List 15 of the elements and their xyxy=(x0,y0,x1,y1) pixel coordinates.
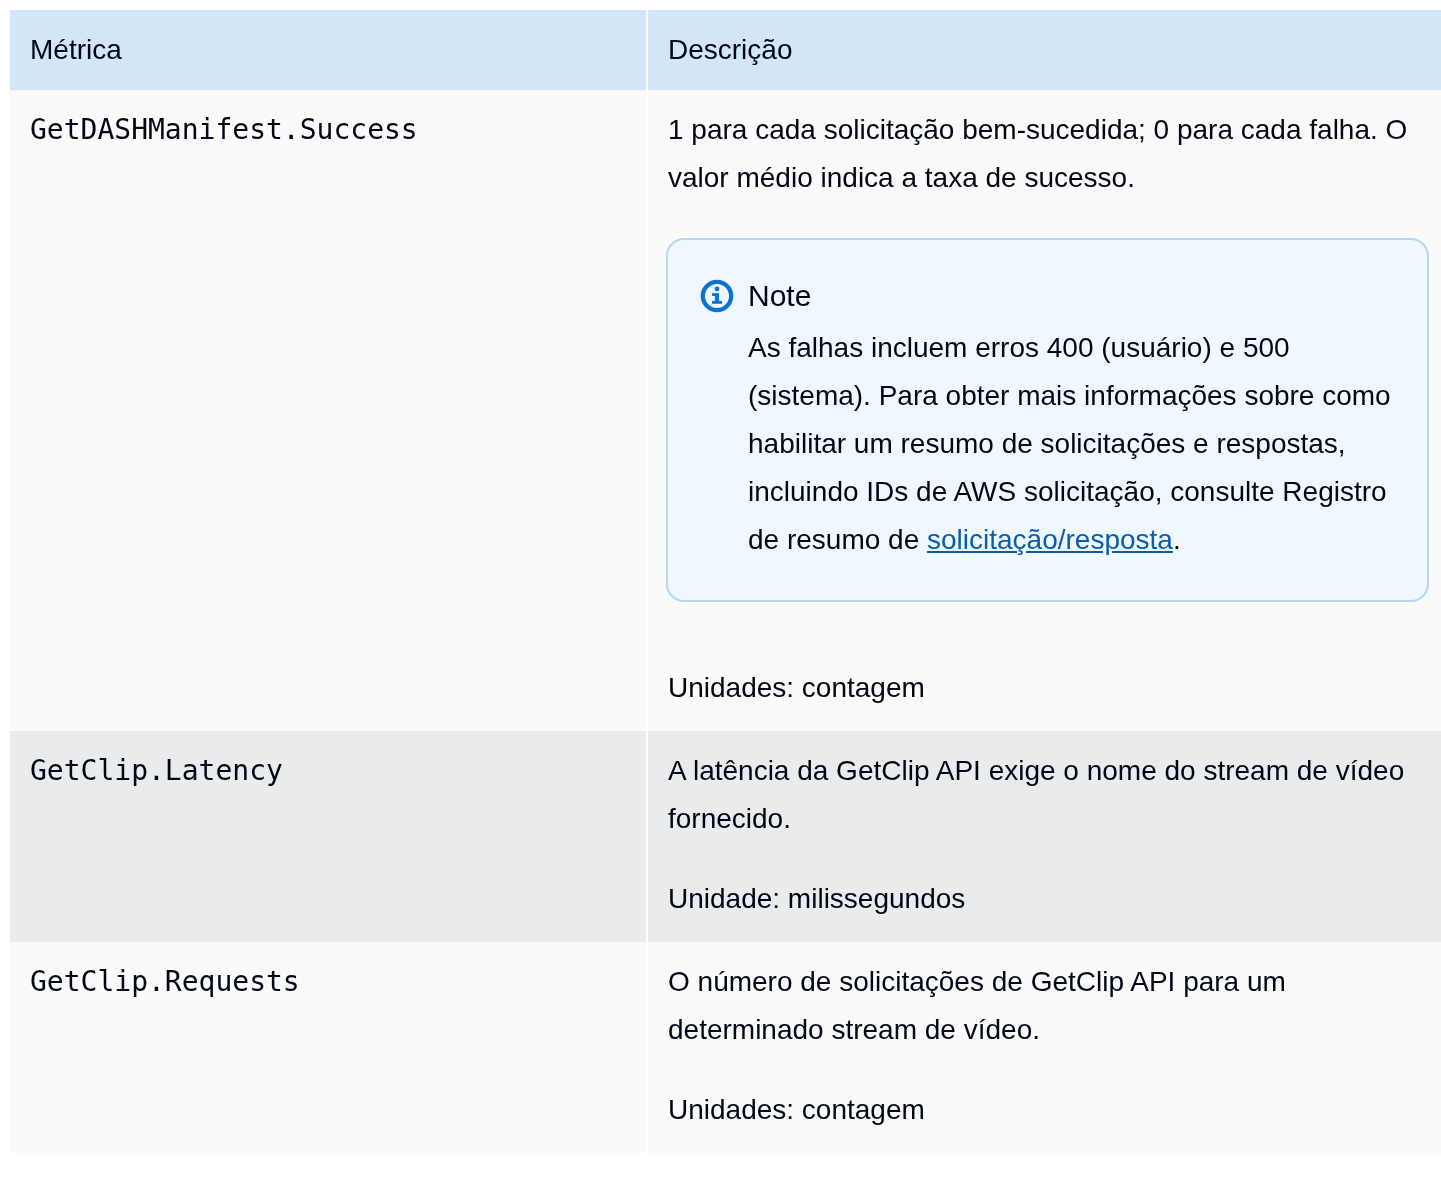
metric-name: GetClip.Requests xyxy=(30,965,300,998)
metric-name: GetClip.Latency xyxy=(30,754,283,787)
description-text: Unidade: milissegundos xyxy=(668,882,967,916)
description-text: O número de solicitações de GetClip API para um determinado stream de vídeo. xyxy=(668,965,1287,1047)
description-text: Unidades: contagem xyxy=(668,1093,926,1127)
metric-name: GetDASHManifest.Success xyxy=(30,113,418,146)
info-icon xyxy=(700,279,734,313)
note-text: As falhas incluem erros 400 (usuário) e 500 (sistema). Para obter mais informações sobre como habilitar um resumo de solicitações e respostas, incluindo IDs de AWS solicitação, consulte Registro de resumo de solicitação/resposta. xyxy=(748,331,1392,557)
column-header: Métrica xyxy=(30,33,122,67)
description-text: Unidades: contagem xyxy=(668,671,926,705)
description-text: A latência da GetClip API exige o nome do stream de vídeo fornecido. xyxy=(668,754,1406,836)
description-text: 1 para cada solicitação bem-sucedida; 0 para cada falha. O valor médio indica a taxa de sucesso. xyxy=(668,113,1409,195)
link[interactable]: solicitação/resposta xyxy=(927,524,1173,555)
column-header: Descrição xyxy=(668,33,793,67)
note-title: Note xyxy=(748,278,812,314)
